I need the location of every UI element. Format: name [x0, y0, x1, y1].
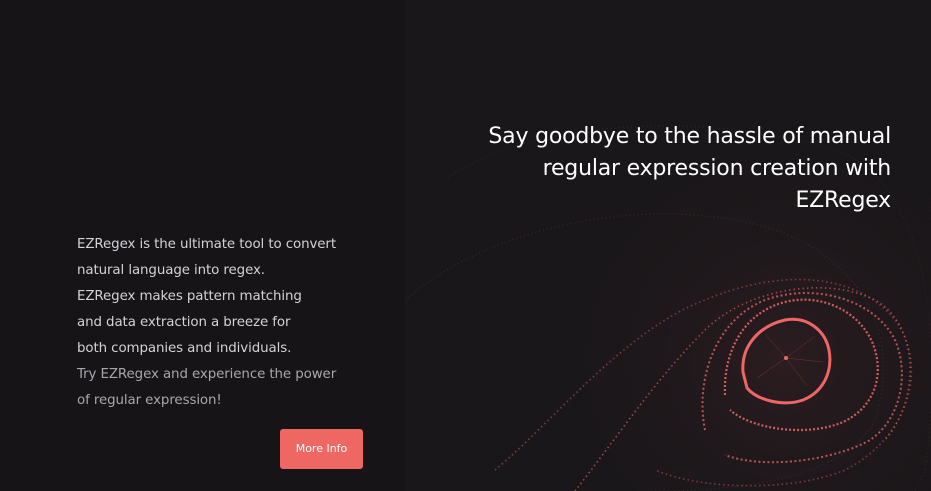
contour-rings-artwork	[405, 0, 931, 491]
intro-line: of regular expression!	[77, 393, 222, 408]
intro-line: Try EZRegex and experience the power	[77, 367, 337, 382]
intro-line: EZRegex makes pattern matching	[77, 289, 302, 304]
intro-line: EZRegex is the ultimate tool to convert	[77, 237, 336, 252]
intro-line: both companies and individuals.	[77, 341, 292, 356]
hero-headline: Say goodbye to the hassle of manual regu…	[488, 124, 891, 213]
hero-intro: EZRegex is the ultimate tool to convert …	[77, 232, 367, 414]
more-info-button[interactable]: More Info	[280, 429, 363, 469]
landing-page: Say goodbye to the hassle of manual regu…	[0, 0, 931, 491]
intro-line: and data extraction a breeze for	[77, 315, 291, 330]
intro-line: natural language into regex.	[77, 263, 265, 278]
